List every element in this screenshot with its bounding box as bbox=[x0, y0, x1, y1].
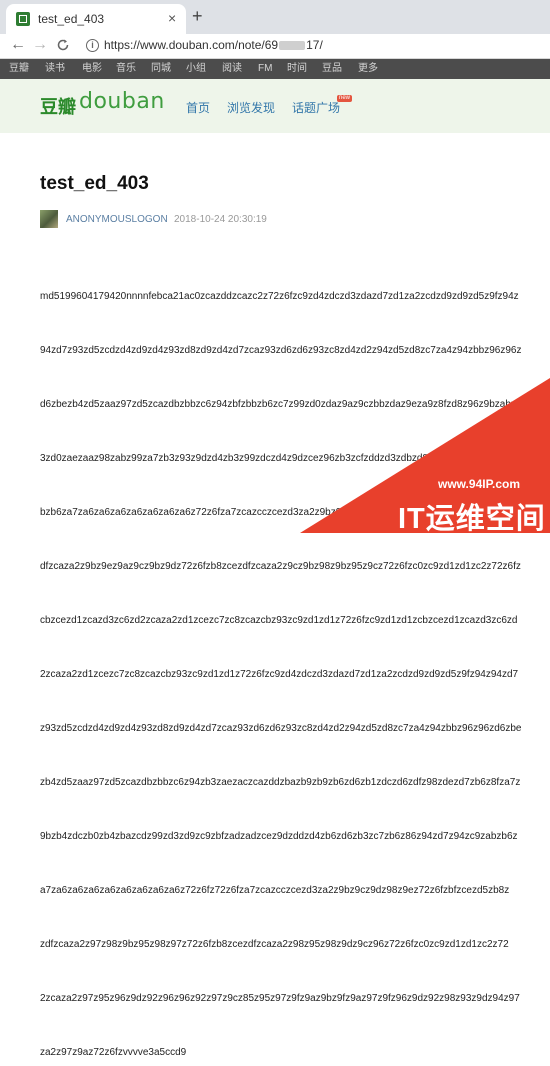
logo-english[interactable]: douban bbox=[79, 89, 165, 114]
forward-arrow-icon[interactable]: → bbox=[32, 36, 48, 54]
header-link-explore[interactable]: 浏览发现 bbox=[227, 99, 275, 116]
header-link-topics[interactable]: 话题广场 bbox=[292, 99, 340, 116]
nav-item-market[interactable]: 豆品 bbox=[322, 63, 342, 75]
back-arrow-icon[interactable]: ← bbox=[10, 36, 26, 54]
nav-item-local[interactable]: 同城 bbox=[151, 63, 171, 75]
content-line: dfzcaza2z9bz9ez9az9cz9bz9dz72z6fzb8zcezd… bbox=[40, 561, 521, 572]
content-line: zdfzcaza2z97z98z9bz95z98z97z72z6fzb8zcez… bbox=[40, 939, 509, 950]
nav-item-books[interactable]: 读书 bbox=[45, 63, 65, 75]
content-line: zb4zd5zaaz97zd5zcazdbzbbzc6z94zb3zaezacz… bbox=[40, 777, 521, 788]
url-prefix: https://www.douban.com/note/69 bbox=[104, 38, 279, 52]
new-tab-button[interactable]: + bbox=[192, 6, 203, 26]
watermark-url: www.94IP.com bbox=[438, 477, 521, 491]
nav-item-douban[interactable]: 豆瓣 bbox=[9, 63, 29, 75]
site-watermark: www.94IP.com IT运维空间 bbox=[300, 378, 550, 533]
new-badge: new bbox=[337, 95, 353, 102]
header-link-home[interactable]: 首页 bbox=[186, 99, 210, 116]
browser-tab-strip: test_ed_403 × + bbox=[0, 0, 550, 34]
content-line: 9bzb4zdczb0zb4zbazcdz99zd3zd9zc9zbfzadza… bbox=[40, 831, 518, 842]
note-date: 2018-10-24 20:30:19 bbox=[174, 214, 267, 225]
nav-item-more[interactable]: 更多 bbox=[358, 63, 378, 75]
content-line: cbzcezd1zcazd3zc6zd2zcaza2zd1zcezc7zc8zc… bbox=[40, 615, 518, 626]
browser-tab[interactable]: test_ed_403 × bbox=[6, 4, 186, 34]
nav-item-fm[interactable]: FM bbox=[258, 63, 272, 75]
nav-item-time[interactable]: 时间 bbox=[287, 63, 307, 75]
content-line: 2zcaza2z97z95z96z9dz92z96z96z92z97z9cz85… bbox=[40, 993, 520, 1004]
close-tab-icon[interactable]: × bbox=[168, 10, 176, 26]
douban-favicon-icon bbox=[16, 12, 30, 26]
content-line: md5199604179420nnnnfebca21ac0zcazddzcazc… bbox=[40, 291, 519, 302]
content-line: z93zd5zcdzd4zd9zd4z93zd8zd9zd4zd7zcaz93z… bbox=[40, 723, 522, 734]
tab-title: test_ed_403 bbox=[38, 12, 105, 26]
browser-toolbar: ← → i https://www.douban.com/note/69 17/ bbox=[0, 34, 550, 59]
nav-item-music[interactable]: 音乐 bbox=[116, 63, 136, 75]
site-info-icon[interactable]: i bbox=[86, 39, 99, 52]
url-suffix: 17/ bbox=[306, 38, 323, 52]
url-redacted bbox=[279, 41, 306, 51]
note-title: test_ed_403 bbox=[40, 173, 149, 194]
watermark-text: IT运维空间 bbox=[398, 503, 546, 533]
reload-icon[interactable] bbox=[56, 36, 70, 57]
content-line: 2zcaza2zd1zcezc7zc8zcazcbz93zc9zd1zd1z72… bbox=[40, 669, 519, 680]
logo-chinese[interactable]: 豆瓣 bbox=[40, 93, 76, 119]
douban-global-nav: 豆瓣 读书 电影 音乐 同城 小组 阅读 FM 时间 豆品 更多 bbox=[0, 59, 550, 79]
nav-item-movies[interactable]: 电影 bbox=[82, 63, 102, 75]
content-line: 94zd7z93zd5zcdzd4zd9zd4z93zd8zd9zd4zd7zc… bbox=[40, 345, 522, 356]
author-link[interactable]: ANONYMOUSLOGON bbox=[66, 214, 168, 225]
content-line: a7za6za6za6za6za6za6za6za6z72z6fz72z6fza… bbox=[40, 885, 510, 896]
douban-header: 豆瓣 douban 首页 浏览发现 话题广场 new bbox=[0, 79, 550, 133]
nav-item-groups[interactable]: 小组 bbox=[186, 63, 206, 75]
content-line: za2z97z9az72z6fzvvvve3a5ccd9 bbox=[40, 1047, 187, 1058]
nav-item-read[interactable]: 阅读 bbox=[222, 63, 242, 75]
note-content: md5199604179420nnnnfebca21ac0zcazddzcazc… bbox=[40, 252, 550, 1066]
author-avatar[interactable] bbox=[40, 210, 58, 228]
address-bar[interactable]: https://www.douban.com/note/69 17/ bbox=[104, 38, 323, 52]
